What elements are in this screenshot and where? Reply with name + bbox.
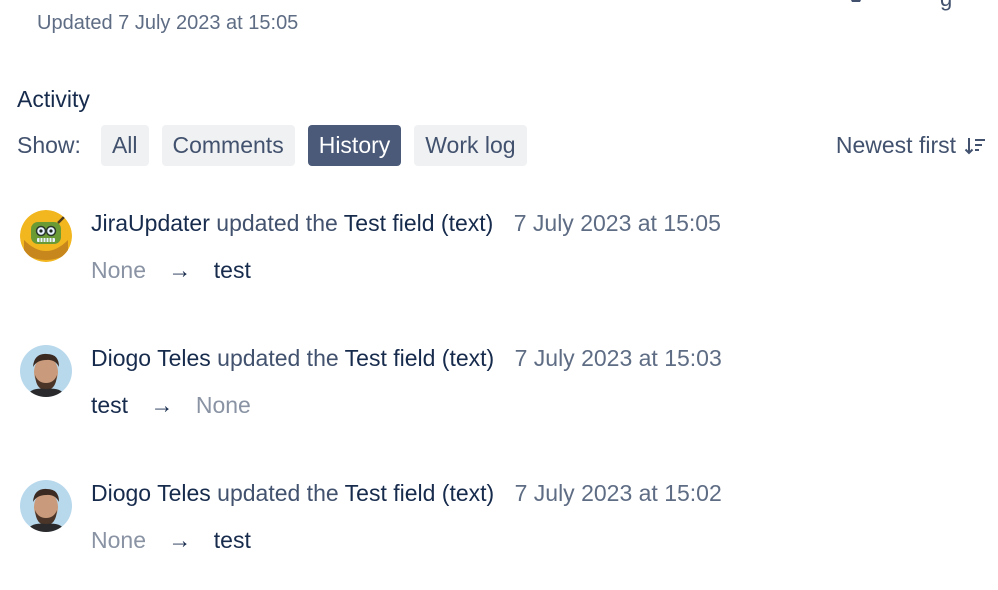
tab-all[interactable]: All <box>100 125 149 166</box>
show-label: Show: <box>17 132 81 158</box>
sort-button[interactable]: Newest first <box>836 132 986 159</box>
tab-work-log[interactable]: Work log <box>414 125 527 166</box>
tab-history[interactable]: History <box>307 125 402 166</box>
change-arrow-icon: → <box>168 257 192 283</box>
history-summary: Diogo Teles updated the Test field (text… <box>91 480 722 507</box>
history-change: None → test <box>91 527 251 554</box>
new-value: test <box>213 257 251 283</box>
actor-name[interactable]: Diogo Teles <box>91 480 211 506</box>
partial-icon <box>851 0 861 2</box>
updated-timestamp: Updated 7 July 2023 at 15:05 <box>37 12 299 34</box>
user-photo-avatar[interactable] <box>20 480 72 532</box>
history-entry: JiraUpdater updated the Test field (text… <box>20 210 960 320</box>
actor-name[interactable]: JiraUpdater <box>91 210 210 236</box>
old-value: None <box>91 257 146 283</box>
activity-filter-bar: Show: All Comments History Work log <box>17 125 540 166</box>
user-photo-avatar[interactable] <box>20 345 72 397</box>
field-name: Test field (text) <box>343 210 494 236</box>
history-change: test → None <box>91 392 251 419</box>
actor-name[interactable]: Diogo Teles <box>91 345 211 371</box>
partial-text: g <box>940 0 952 12</box>
robot-avatar[interactable] <box>20 210 72 262</box>
change-arrow-icon: → <box>168 527 192 553</box>
history-time[interactable]: 7 July 2023 at 15:02 <box>515 480 722 506</box>
old-value: test <box>91 392 129 418</box>
history-action: updated the <box>217 345 339 371</box>
history-time[interactable]: 7 July 2023 at 15:03 <box>515 345 722 371</box>
field-name: Test field (text) <box>344 480 495 506</box>
old-value: None <box>91 527 146 553</box>
history-change: None → test <box>91 257 251 284</box>
history-summary: JiraUpdater updated the Test field (text… <box>91 210 721 237</box>
tab-comments[interactable]: Comments <box>161 125 295 166</box>
history-action: updated the <box>217 480 339 506</box>
change-arrow-icon: → <box>150 392 174 418</box>
sort-label: Newest first <box>835 132 956 158</box>
activity-heading: Activity <box>17 86 90 112</box>
history-entry: Diogo Teles updated the Test field (text… <box>20 345 960 455</box>
history-action: updated the <box>216 210 338 236</box>
new-value: test <box>213 527 251 553</box>
history-summary: Diogo Teles updated the Test field (text… <box>91 345 722 372</box>
sort-descending-icon <box>964 137 985 154</box>
history-time[interactable]: 7 July 2023 at 15:05 <box>514 210 721 236</box>
field-name: Test field (text) <box>344 345 495 371</box>
new-value: None <box>195 392 251 418</box>
